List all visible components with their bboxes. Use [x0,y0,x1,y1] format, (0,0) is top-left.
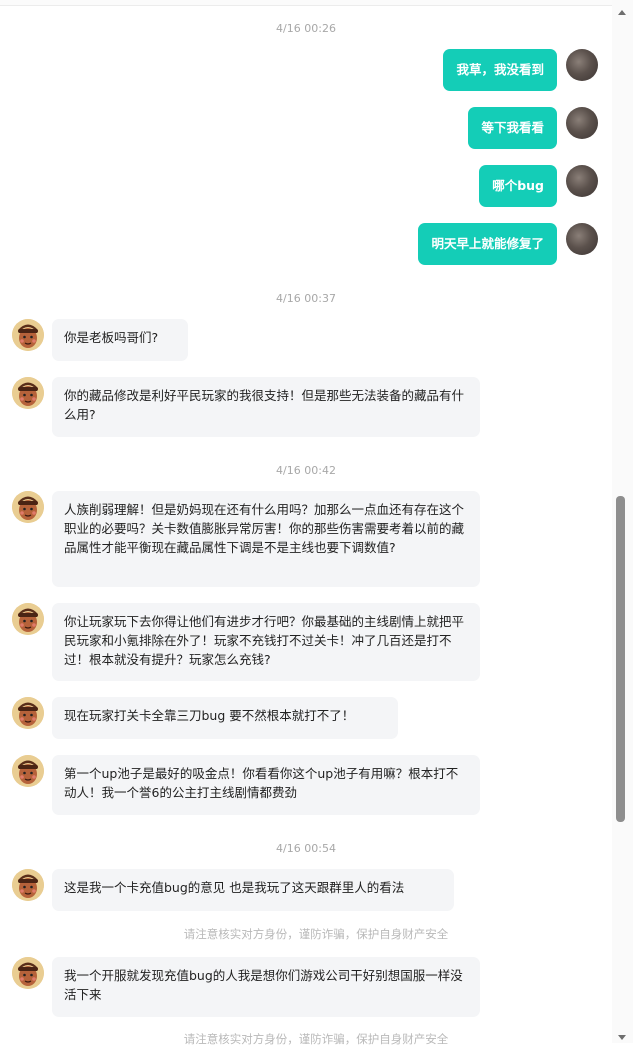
contact-avatar[interactable] [12,957,44,989]
incoming-message-bubble[interactable]: 人族削弱理解！但是奶妈现在还有什么用吗？加那么一点血还有存在这个职业的必要吗？关… [52,491,480,587]
contact-avatar[interactable] [12,755,44,787]
incoming-message-bubble[interactable]: 我一个开服就发现充值bug的人我是想你们游戏公司干好别想国服一样没活下来 [52,957,480,1017]
timestamp: 4/16 00:26 [276,22,336,35]
contact-avatar[interactable] [12,869,44,901]
outgoing-message-bubble[interactable]: 哪个bug [479,165,557,207]
timestamp: 4/16 00:37 [276,292,336,305]
outgoing-message-bubble[interactable]: 明天早上就能修复了 [418,223,557,265]
incoming-message-bubble[interactable]: 你是老板吗哥们? [52,319,188,361]
scrollbar-thumb[interactable] [616,496,625,822]
my-avatar[interactable] [566,223,598,255]
my-avatar[interactable] [566,165,598,197]
my-avatar[interactable] [566,107,598,139]
timestamp: 4/16 00:42 [276,464,336,477]
scroll-down-arrow-icon[interactable] [618,1035,626,1040]
contact-avatar[interactable] [12,603,44,635]
contact-avatar[interactable] [12,319,44,351]
contact-avatar[interactable] [12,377,44,409]
incoming-message-bubble[interactable]: 你让玩家玩下去你得让他们有进步才行吧？你最基础的主线剧情上就把平民玩家和小氪排除… [52,603,480,681]
incoming-message-bubble[interactable]: 第一个up池子是最好的吸金点！你看看你这个up池子有用嘛？根本打不动人！我一个誉… [52,755,480,815]
incoming-message-bubble[interactable]: 现在玩家打关卡全靠三刀bug 要不然根本就打不了！ [52,697,398,739]
chat-message-list[interactable]: 4/16 00:26 我草，我没看到 等下我看看 哪个bug 明天早上就能修复了… [0,0,612,1046]
vertical-scrollbar[interactable] [612,0,633,1043]
contact-avatar[interactable] [12,697,44,729]
outgoing-message-bubble[interactable]: 等下我看看 [468,107,557,149]
incoming-message-bubble[interactable]: 这是我一个卡充值bug的意见 也是我玩了这天跟群里人的看法 [52,869,454,911]
outgoing-message-bubble[interactable]: 我草，我没看到 [443,49,557,91]
security-warning: 请注意核实对方身份，谨防诈骗，保护自身财产安全 [183,1032,449,1046]
security-warning: 请注意核实对方身份，谨防诈骗，保护自身财产安全 [183,927,449,941]
contact-avatar[interactable] [12,491,44,523]
my-avatar[interactable] [566,49,598,81]
scroll-up-arrow-icon[interactable] [618,10,626,15]
incoming-message-bubble[interactable]: 你的藏品修改是利好平民玩家的我很支持！但是那些无法装备的藏品有什么用? [52,377,480,437]
timestamp: 4/16 00:54 [276,842,336,855]
